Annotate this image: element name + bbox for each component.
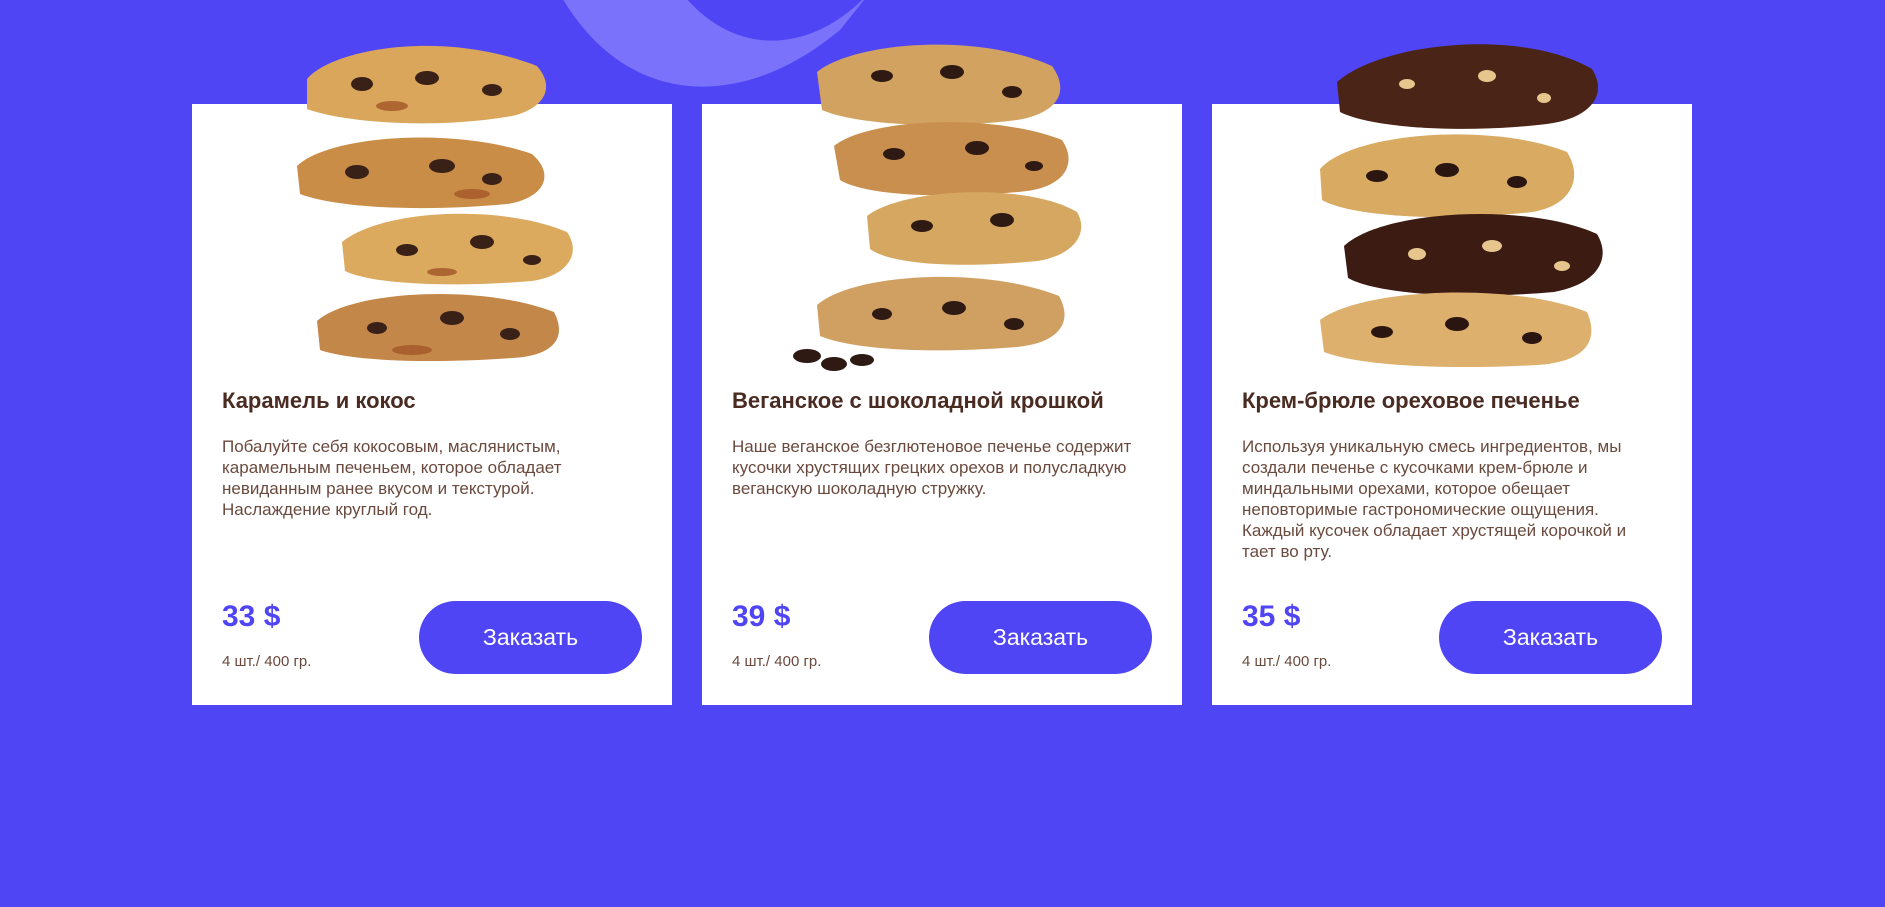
order-button[interactable]: Заказать — [929, 601, 1152, 674]
product-description: Побалуйте себя кокосовым, маслянистым, к… — [222, 437, 562, 519]
product-price: 35 $ — [1242, 600, 1301, 633]
creme-brulee-nut-cookies-image — [1320, 44, 1603, 368]
product-card-creme-brulee-nut: Крем-брюле ореховое печенье Используя ун… — [1212, 44, 1692, 705]
product-card-vegan-chocolate-chip: Веганское с шоколадной крошкой Наше вега… — [702, 44, 1182, 705]
order-button[interactable]: Заказать — [419, 601, 642, 674]
product-card-caramel-coconut: Карамель и кокос Побалуйте себя кокосовы… — [192, 45, 672, 705]
vegan-chocolate-chip-cookies-image — [793, 44, 1082, 371]
product-price: 39 $ — [732, 600, 791, 633]
product-price: 33 $ — [222, 600, 281, 633]
product-weight: 4 шт./ 400 гр. — [1242, 653, 1332, 670]
product-weight: 4 шт./ 400 гр. — [732, 653, 822, 670]
product-description: Наше веганское безглютеновое печенье сод… — [732, 437, 1132, 498]
caramel-coconut-cookies-image — [297, 45, 573, 362]
product-description: Используя уникальную смесь ингредиентов,… — [1242, 437, 1627, 561]
product-title: Веганское с шоколадной крошкой — [732, 388, 1104, 413]
product-title: Крем-брюле ореховое печенье — [1242, 388, 1580, 413]
product-list: Карамель и кокос Побалуйте себя кокосовы… — [192, 44, 1692, 705]
product-weight: 4 шт./ 400 гр. — [222, 653, 312, 670]
order-button[interactable]: Заказать — [1439, 601, 1662, 674]
product-title: Карамель и кокос — [222, 388, 416, 413]
